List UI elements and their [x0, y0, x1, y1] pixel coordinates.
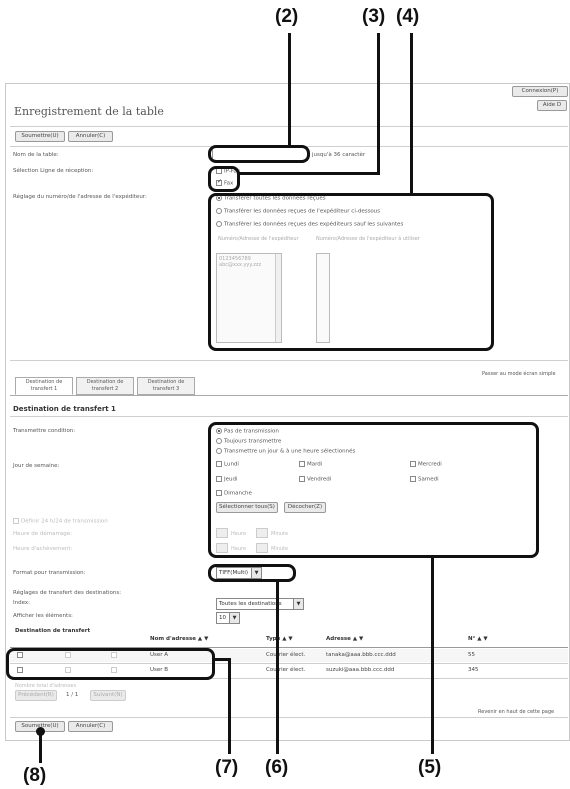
weekday-label: Jour de semaine:: [13, 463, 60, 469]
tab-destination-2[interactable]: Destination de transfert 2: [76, 377, 134, 395]
sender-setting-label: Réglage du numéro/de l'adresse de l'expé…: [13, 194, 147, 200]
leader-5: [431, 556, 434, 754]
transmit-condition-label: Transmettre condition:: [13, 428, 76, 434]
sender-divider: [10, 360, 568, 361]
destination-settings-label: Réglages de transfert des destinations:: [13, 590, 122, 596]
tab-baseline: [10, 395, 568, 396]
row-type: Courrier élect.: [266, 652, 306, 658]
all-day-checkbox[interactable]: Définir 24 h/24 de transmission: [13, 518, 108, 525]
highlight-table-name: [208, 145, 310, 163]
cancel-button-bottom[interactable]: Annuler(C): [68, 721, 113, 732]
highlight-rows: [6, 648, 215, 680]
connexion-button[interactable]: Connexion(P): [512, 86, 568, 97]
all-day-label: Définir 24 h/24 de transmission: [21, 518, 108, 525]
index-value: Toutes les destinations: [219, 601, 282, 607]
callout-3: (3): [362, 6, 386, 27]
index-label: Index:: [13, 600, 30, 606]
simple-mode-link[interactable]: Passer au mode écran simple: [482, 371, 556, 377]
row-address: suzuki@aaa.bbb.ccc.ddd: [326, 667, 395, 673]
section-divider: [10, 416, 568, 417]
leader-6: [276, 580, 279, 754]
col-address-header[interactable]: Adresse ▲ ▼: [326, 636, 363, 642]
callout-7: (7): [215, 757, 239, 778]
callout-8: (8): [23, 765, 47, 786]
tab-destination-3[interactable]: Destination de transfert 3: [137, 377, 195, 395]
show-items-select[interactable]: 10 ▼: [216, 612, 240, 624]
cancel-button-top[interactable]: Annuler(C): [68, 131, 113, 142]
checkbox-icon: [13, 518, 19, 524]
highlight-reception: [208, 166, 240, 192]
row-number: 55: [468, 652, 475, 658]
footer-divider: [10, 717, 568, 718]
tab-destination-1[interactable]: Destination de transfert 1: [15, 377, 73, 395]
show-items-value: 10: [219, 615, 226, 621]
leader-7-vertical: [228, 658, 231, 754]
format-label: Format pour transmission:: [13, 570, 86, 576]
index-select[interactable]: Toutes les destinations ▼: [216, 598, 304, 610]
col-type-header[interactable]: Type ▲ ▼: [266, 636, 293, 642]
leader-3-horizontal: [238, 172, 380, 175]
show-items-label: Afficher les éléments:: [13, 613, 73, 619]
chevron-down-icon: ▼: [229, 613, 239, 623]
table-name-label: Nom de la table:: [13, 152, 59, 158]
tab-label: Destination de: [25, 379, 63, 385]
row-address: tanaka@aaa.bbb.ccc.ddd: [326, 652, 396, 658]
total-addresses-label: Nombre total d'adresses: [15, 683, 77, 689]
table-name-hint: jusqu'à 36 caractèr: [312, 152, 366, 158]
callout-4: (4): [396, 6, 420, 27]
end-time-label: Heure d'achèvement:: [13, 546, 73, 552]
help-button[interactable]: Aide D: [537, 100, 567, 111]
prev-page-button[interactable]: Précédent(R): [15, 690, 57, 701]
row-number: 345: [468, 667, 479, 673]
col-number-header[interactable]: N° ▲ ▼: [468, 636, 488, 642]
callout-6: (6): [265, 757, 289, 778]
leader-2: [288, 33, 291, 147]
tab-label: transfert 2: [91, 386, 119, 392]
highlight-format: [208, 564, 296, 582]
callout-2: (2): [275, 6, 299, 27]
highlight-sender: [208, 193, 494, 351]
leader-8-dot: [36, 727, 45, 736]
section-title: Destination de transfert 1: [13, 405, 116, 413]
submit-button-top[interactable]: Soumettre(U): [15, 131, 65, 142]
row-type: Courrier élect.: [266, 667, 306, 673]
tab-label: transfert 1: [30, 386, 58, 392]
back-to-top-link[interactable]: Revenir en haut de cette page: [478, 709, 554, 715]
start-time-label: Heure de démarrage:: [13, 531, 73, 537]
tab-label: Destination de: [86, 379, 124, 385]
next-page-button[interactable]: Suivant(N): [90, 690, 126, 701]
page-indicator: 1 / 1: [66, 692, 79, 698]
leader-4: [410, 33, 413, 195]
tab-label: transfert 3: [152, 386, 180, 392]
reception-label: Sélection Ligne de réception:: [13, 168, 94, 174]
tab-label: Destination de: [147, 379, 185, 385]
leader-3-vertical: [377, 33, 380, 173]
chevron-down-icon: ▼: [293, 599, 303, 609]
callout-5: (5): [418, 757, 442, 778]
table-title: Destination de transfert: [15, 628, 91, 634]
page-title: Enregistrement de la table: [14, 105, 164, 118]
col-name-header[interactable]: Nom d'adresse ▲ ▼: [150, 636, 208, 642]
highlight-transmit: [208, 422, 539, 558]
